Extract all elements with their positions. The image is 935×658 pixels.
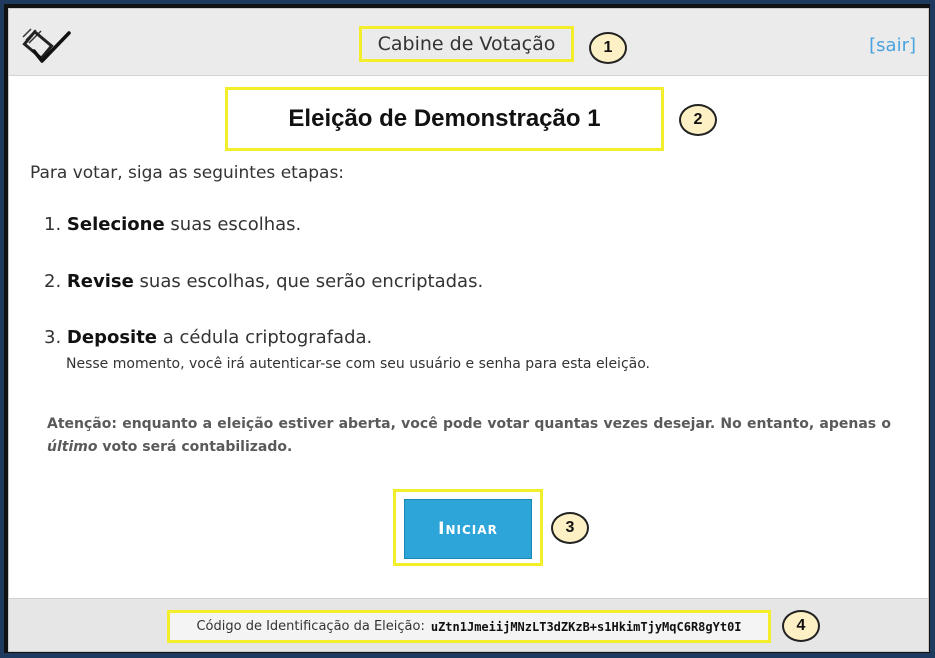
step-number: 2. xyxy=(44,271,62,292)
step-keyword: Deposite xyxy=(66,327,158,348)
voting-booth-window: Cabine de Votação 1 [sair] Eleição de De… xyxy=(8,8,929,652)
step-number: 1. xyxy=(44,214,62,235)
step-deposit-note: Nesse momento, você irá autenticar-se co… xyxy=(66,356,650,372)
start-button[interactable]: Iniciar xyxy=(404,499,532,559)
step-keyword: Selecione xyxy=(66,214,165,235)
screenshot-frame: Cabine de Votação 1 [sair] Eleição de De… xyxy=(0,0,935,658)
annotation-marker-1: 1 xyxy=(589,32,627,64)
step-text: suas escolhas, que serão encriptadas. xyxy=(133,271,484,292)
warning-emphasis: último xyxy=(47,439,98,455)
election-id-box: Código de Identificação da Eleição: uZtn… xyxy=(167,610,771,643)
annotation-marker-4: 4 xyxy=(782,610,820,642)
footer-bar: Código de Identificação da Eleição: uZtn… xyxy=(9,598,928,651)
page-title: Cabine de Votação xyxy=(359,26,574,62)
election-id-label: Código de Identificação da Eleição: xyxy=(196,619,425,634)
step-number: 3. xyxy=(44,327,62,348)
step-deposit: 3. Deposite a cédula criptografada. xyxy=(44,327,372,348)
annotation-marker-2: 2 xyxy=(679,104,717,136)
ballot-check-icon xyxy=(22,28,71,63)
instructions-intro: Para votar, siga as seguintes etapas: xyxy=(30,163,345,183)
start-button-highlight: Iniciar xyxy=(393,489,543,566)
step-review: 2. Revise suas escolhas, que serão encri… xyxy=(44,271,483,292)
header-bar: Cabine de Votação 1 [sair] xyxy=(9,9,928,76)
logout-link[interactable]: [sair] xyxy=(869,35,916,56)
step-text: suas escolhas. xyxy=(164,214,302,235)
step-keyword: Revise xyxy=(66,271,134,292)
warning-text: Atenção: enquanto a eleição estiver aber… xyxy=(47,416,891,455)
step-text: a cédula criptografada. xyxy=(157,327,373,348)
annotation-marker-3: 3 xyxy=(551,512,589,544)
election-title: Eleição de Demonstração 1 xyxy=(225,87,664,151)
step-select: 1. Selecione suas escolhas. xyxy=(44,214,301,235)
election-id-value: uZtn1JmeiijMNzLT3dZKzB+s1HkimTjyMqC6R8gY… xyxy=(430,619,742,634)
